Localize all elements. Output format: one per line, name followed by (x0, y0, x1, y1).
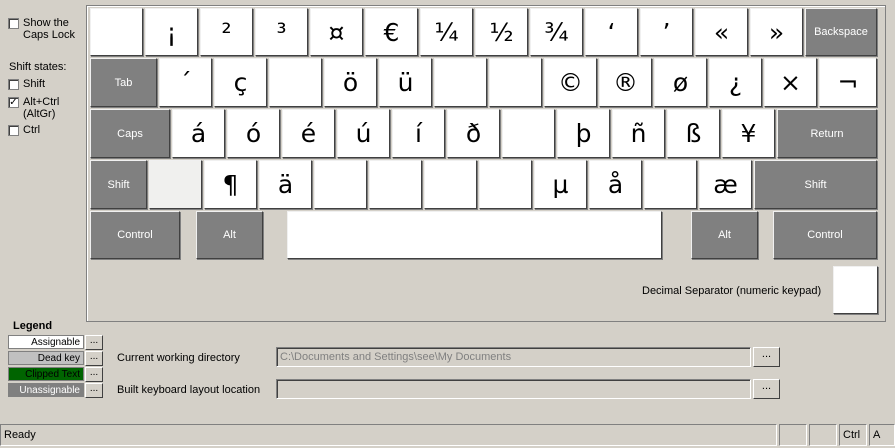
key-r4-0[interactable] (149, 160, 202, 209)
control-left-key[interactable]: Control (90, 211, 180, 259)
show-caps-lock-label: Show the Caps Lock (23, 17, 75, 41)
legend-dead-key-button[interactable]: ... (85, 351, 103, 366)
alt-ctrl-label: Alt+Ctrl (AltGr) (23, 96, 60, 120)
key-r3-7[interactable]: þ (557, 109, 610, 158)
key-r2-3[interactable]: ö (324, 58, 377, 107)
key-r3-6[interactable] (502, 109, 555, 158)
legend-unassignable: Unassignable (8, 383, 84, 397)
legend-assignable-button[interactable]: ... (85, 335, 103, 350)
shift-left-key[interactable]: Shift (90, 160, 147, 209)
build-location-field[interactable] (276, 379, 751, 399)
key-r2-11[interactable]: × (764, 58, 817, 107)
legend-title: Legend (13, 320, 53, 332)
key-r1-5[interactable]: € (365, 8, 418, 56)
key-r1-2[interactable]: ² (200, 8, 253, 56)
backspace-key[interactable]: Backspace (805, 8, 877, 56)
key-r3-0[interactable]: á (172, 109, 225, 158)
legend-assignable: Assignable (8, 335, 84, 349)
decimal-separator-key[interactable] (833, 266, 878, 314)
key-r4-4[interactable] (369, 160, 422, 209)
key-r2-0[interactable]: ´ (159, 58, 212, 107)
alt-ctrl-box[interactable]: ✓ (8, 97, 19, 108)
key-r1-4[interactable]: ¤ (310, 8, 363, 56)
ctrl-box[interactable] (8, 125, 19, 136)
key-r2-7[interactable]: © (544, 58, 597, 107)
key-r3-2[interactable]: é (282, 109, 335, 158)
status-text: Ready (0, 424, 777, 446)
key-r2-2[interactable] (269, 58, 322, 107)
key-r3-5[interactable]: ð (447, 109, 500, 158)
legend-clipped-text-button[interactable]: ... (85, 367, 103, 382)
key-r1-1[interactable]: ¡ (145, 8, 198, 56)
key-r4-6[interactable] (479, 160, 532, 209)
cwd-field[interactable]: C:\Documents and Settings\see\My Documen… (276, 347, 751, 367)
key-r4-5[interactable] (424, 160, 477, 209)
key-r1-8[interactable]: ¾ (530, 8, 583, 56)
status-bar: Ready Ctrl A (0, 424, 895, 448)
key-r1-11[interactable]: « (695, 8, 748, 56)
cwd-browse-button[interactable]: ... (753, 347, 780, 367)
cwd-label: Current working directory (117, 352, 240, 364)
key-r4-3[interactable] (314, 160, 367, 209)
key-r3-10[interactable]: ¥ (722, 109, 775, 158)
status-ctrl: Ctrl (839, 424, 867, 446)
key-r3-3[interactable]: ú (337, 109, 390, 158)
key-r1-10[interactable]: ’ (640, 8, 693, 56)
key-r4-2[interactable]: ä (259, 160, 312, 209)
key-r4-9[interactable] (644, 160, 697, 209)
shift-checkbox[interactable]: Shift (8, 78, 45, 90)
key-r2-9[interactable]: ø (654, 58, 707, 107)
key-r2-4[interactable]: ü (379, 58, 432, 107)
show-caps-lock-box[interactable] (8, 18, 19, 29)
key-r1-6[interactable]: ¼ (420, 8, 473, 56)
shift-right-key[interactable]: Shift (754, 160, 877, 209)
legend-clipped-text: Clipped Text (8, 367, 84, 381)
show-caps-lock-checkbox[interactable]: Show the Caps Lock (8, 17, 84, 41)
key-r1-9[interactable]: ‘ (585, 8, 638, 56)
key-r1-7[interactable]: ½ (475, 8, 528, 56)
space-key[interactable] (287, 211, 662, 259)
key-r4-10[interactable]: æ (699, 160, 752, 209)
key-r4-8[interactable]: å (589, 160, 642, 209)
key-r2-10[interactable]: ¿ (709, 58, 762, 107)
status-pane-1 (779, 424, 807, 446)
key-r3-1[interactable]: ó (227, 109, 280, 158)
shift-box[interactable] (8, 79, 19, 90)
key-r2-12[interactable]: ¬ (819, 58, 877, 107)
ctrl-checkbox[interactable]: Ctrl (8, 124, 40, 136)
legend-unassignable-button[interactable]: ... (85, 383, 103, 398)
alt-ctrl-checkbox[interactable]: ✓ Alt+Ctrl (AltGr) (8, 96, 84, 120)
tab-key[interactable]: Tab (90, 58, 157, 107)
key-r2-1[interactable]: ç (214, 58, 267, 107)
alt-right-key[interactable]: Alt (691, 211, 758, 259)
decimal-separator-label: Decimal Separator (numeric keypad) (642, 285, 822, 297)
status-a: A (869, 424, 895, 446)
key-r1-0[interactable] (90, 8, 143, 56)
key-r1-3[interactable]: ³ (255, 8, 308, 56)
legend-dead-key: Dead key (8, 351, 84, 365)
key-r2-5[interactable] (434, 58, 487, 107)
ctrl-label: Ctrl (23, 124, 41, 136)
control-right-key[interactable]: Control (773, 211, 877, 259)
caps-key[interactable]: Caps (90, 109, 170, 158)
key-r4-7[interactable]: µ (534, 160, 587, 209)
return-key[interactable]: Return (777, 109, 877, 158)
key-r3-8[interactable]: ñ (612, 109, 665, 158)
key-r3-9[interactable]: ß (667, 109, 720, 158)
key-r1-12[interactable]: » (750, 8, 803, 56)
shift-label: Shift (23, 78, 46, 90)
status-pane-2 (809, 424, 837, 446)
build-location-label: Built keyboard layout location (117, 384, 261, 396)
key-r2-8[interactable]: ® (599, 58, 652, 107)
key-r2-6[interactable] (489, 58, 542, 107)
key-r3-4[interactable]: í (392, 109, 445, 158)
shift-states-label: Shift states: (9, 61, 67, 73)
alt-left-key[interactable]: Alt (196, 211, 263, 259)
key-r4-1[interactable]: ¶ (204, 160, 257, 209)
build-location-browse-button[interactable]: ... (753, 379, 780, 399)
